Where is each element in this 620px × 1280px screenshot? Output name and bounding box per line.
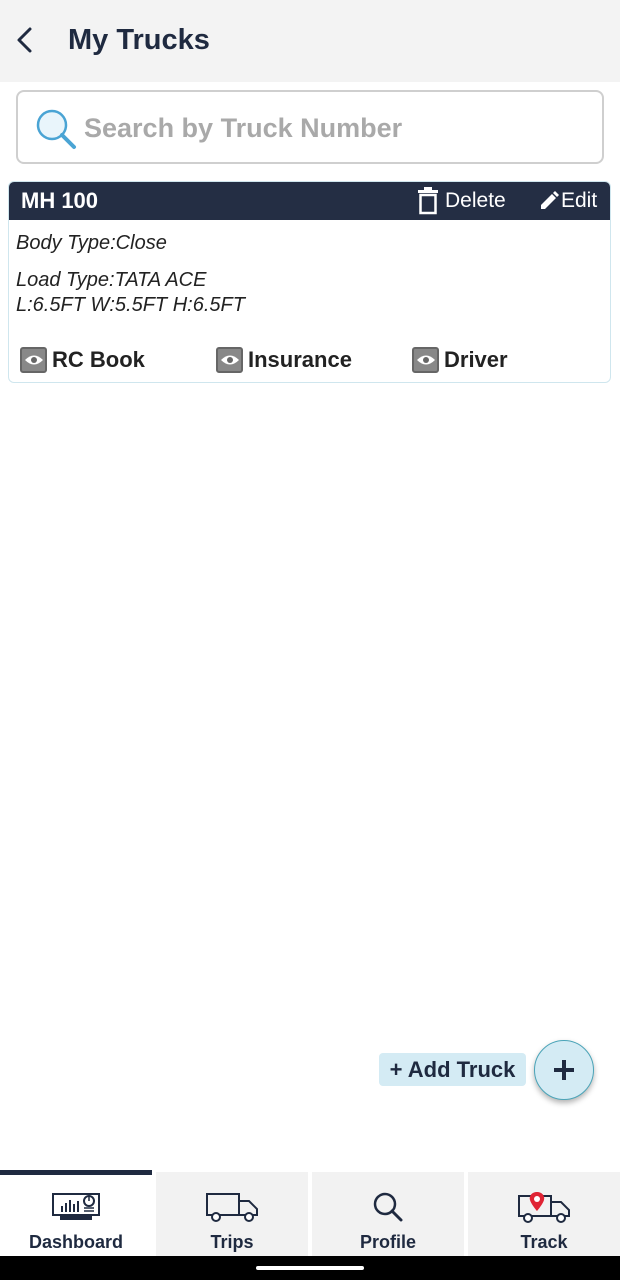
truck-location-icon [518, 1192, 570, 1223]
back-button[interactable] [8, 22, 42, 58]
delete-button[interactable]: Delete [417, 185, 506, 217]
nav-trips[interactable]: Trips [156, 1172, 308, 1256]
trash-icon [418, 187, 438, 215]
nav-track-label: Track [520, 1232, 568, 1252]
driver-label: Driver [444, 347, 508, 372]
truck-number: MH 100 [21, 188, 99, 213]
eye-icon [216, 347, 243, 373]
add-truck-label[interactable]: + Add Truck [379, 1053, 526, 1086]
truck-dimensions: L:6.5FT W:5.5FT H:6.5FT [16, 294, 245, 316]
search-input[interactable] [84, 102, 584, 154]
plus-icon [554, 1060, 574, 1080]
search-icon [36, 109, 76, 149]
nav-track[interactable]: Track [468, 1172, 620, 1256]
pencil-icon [541, 191, 559, 209]
rc-book-label: RC Book [52, 347, 145, 372]
insurance-link[interactable]: Insurance [216, 345, 352, 375]
page-title: My Trucks [68, 24, 210, 56]
search-box[interactable] [16, 90, 604, 164]
search-icon [373, 1192, 403, 1222]
load-type: Load Type:TATA ACE [16, 269, 207, 291]
back-arrow-icon [17, 27, 32, 53]
insurance-label: Insurance [248, 347, 352, 372]
system-nav-bar [0, 1256, 620, 1280]
nav-dashboard[interactable]: Dashboard [0, 1170, 152, 1256]
nav-dashboard-label: Dashboard [28, 1232, 124, 1252]
delete-label: Delete [445, 189, 506, 212]
edit-button[interactable]: Edit [539, 185, 597, 217]
edit-label: Edit [561, 189, 598, 212]
eye-icon [20, 347, 47, 373]
add-truck-fab[interactable] [534, 1040, 594, 1100]
bottom-nav: Dashboard Trips Profile Track [0, 1170, 620, 1256]
app-header: My Trucks [0, 0, 620, 82]
truck-card-header: MH 100 Delete Edit [9, 182, 610, 220]
truck-icon [206, 1193, 258, 1222]
driver-link[interactable]: Driver [412, 345, 508, 375]
nav-profile[interactable]: Profile [312, 1172, 464, 1256]
nav-trips-label: Trips [210, 1232, 254, 1252]
body-type: Body Type:Close [16, 232, 167, 254]
eye-icon [412, 347, 439, 373]
truck-card: MH 100 Delete Edit Body Type:Close Load … [8, 181, 611, 383]
home-indicator[interactable] [256, 1266, 364, 1270]
dashboard-icon [52, 1193, 100, 1220]
nav-profile-label: Profile [359, 1232, 416, 1252]
rc-book-link[interactable]: RC Book [20, 345, 145, 375]
